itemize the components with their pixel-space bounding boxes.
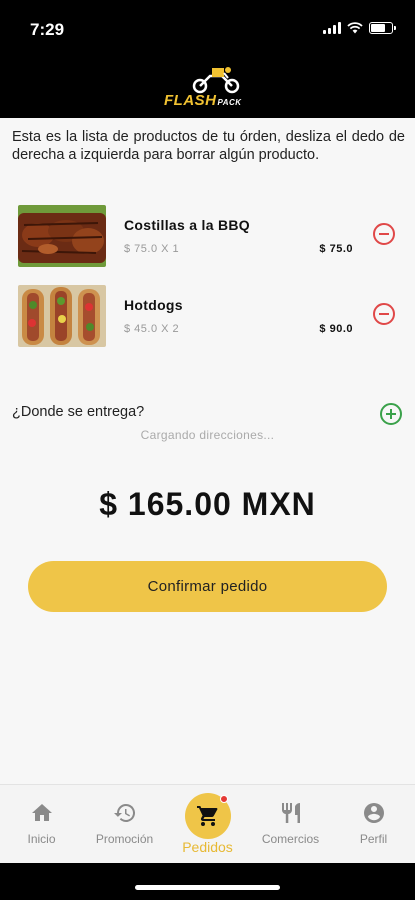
cellular-signal-icon bbox=[323, 22, 341, 34]
order-instructions: Esta es la lista de productos de tu órde… bbox=[12, 129, 405, 163]
flashpack-logo: FLASHPACK bbox=[162, 62, 256, 114]
logo-wordmark: FLASHPACK bbox=[164, 92, 242, 109]
order-total: $ 165.00 MXN bbox=[99, 486, 316, 522]
tab-label: Pedidos bbox=[182, 839, 233, 855]
order-item[interactable]: Costillas a la BBQ $ 75.0 X 1 $ 75.0 bbox=[0, 205, 415, 269]
tab-label: Inicio bbox=[27, 832, 56, 846]
item-subtotal: $ 75.0 bbox=[319, 243, 353, 255]
app-header: FLASHPACK bbox=[0, 58, 415, 118]
item-unit-price-qty: $ 75.0 X 1 bbox=[124, 243, 180, 255]
product-image-hotdogs bbox=[18, 285, 106, 347]
home-icon bbox=[31, 804, 52, 821]
restaurant-icon bbox=[281, 803, 300, 823]
addresses-loading-text: Cargando direcciones... bbox=[140, 428, 275, 442]
wifi-icon bbox=[347, 22, 363, 34]
home-indicator-area bbox=[0, 863, 415, 900]
tab-promocion[interactable]: Promoción bbox=[83, 785, 166, 864]
add-address-icon[interactable] bbox=[380, 403, 402, 425]
tab-inicio[interactable]: Inicio bbox=[0, 785, 83, 864]
delivery-address-label: ¿Donde se entrega? bbox=[12, 404, 145, 420]
status-bar: 7:29 bbox=[0, 0, 415, 58]
cart-icon bbox=[196, 806, 217, 826]
tab-label: Perfil bbox=[359, 832, 388, 846]
item-name: Hotdogs bbox=[124, 297, 183, 313]
battery-icon bbox=[369, 22, 396, 34]
history-icon bbox=[113, 803, 135, 822]
confirm-order-button[interactable]: Confirmar pedido bbox=[28, 561, 387, 612]
notification-badge bbox=[219, 795, 228, 803]
motorbike-icon bbox=[192, 67, 240, 94]
account-icon bbox=[363, 803, 384, 823]
status-icons bbox=[323, 22, 396, 34]
tab-label: Comercios bbox=[261, 832, 320, 846]
active-tab-indicator bbox=[184, 793, 231, 839]
tab-pedidos[interactable]: Pedidos bbox=[166, 785, 249, 864]
item-name: Costillas a la BBQ bbox=[124, 217, 250, 233]
order-item[interactable]: Hotdogs $ 45.0 X 2 $ 90.0 bbox=[0, 285, 415, 349]
home-indicator[interactable] bbox=[135, 885, 280, 890]
item-subtotal: $ 90.0 bbox=[319, 323, 353, 335]
product-image-ribs bbox=[18, 205, 106, 267]
remove-item-icon[interactable] bbox=[373, 223, 395, 245]
status-time: 7:29 bbox=[30, 20, 65, 39]
item-unit-price-qty: $ 45.0 X 2 bbox=[124, 323, 180, 335]
remove-item-icon[interactable] bbox=[373, 303, 395, 325]
tab-comercios[interactable]: Comercios bbox=[249, 785, 332, 864]
tab-perfil[interactable]: Perfil bbox=[332, 785, 415, 864]
bottom-tab-bar: Inicio Promoción Pedidos Comercios Perfi… bbox=[0, 784, 415, 863]
tab-label: Promoción bbox=[95, 832, 154, 846]
